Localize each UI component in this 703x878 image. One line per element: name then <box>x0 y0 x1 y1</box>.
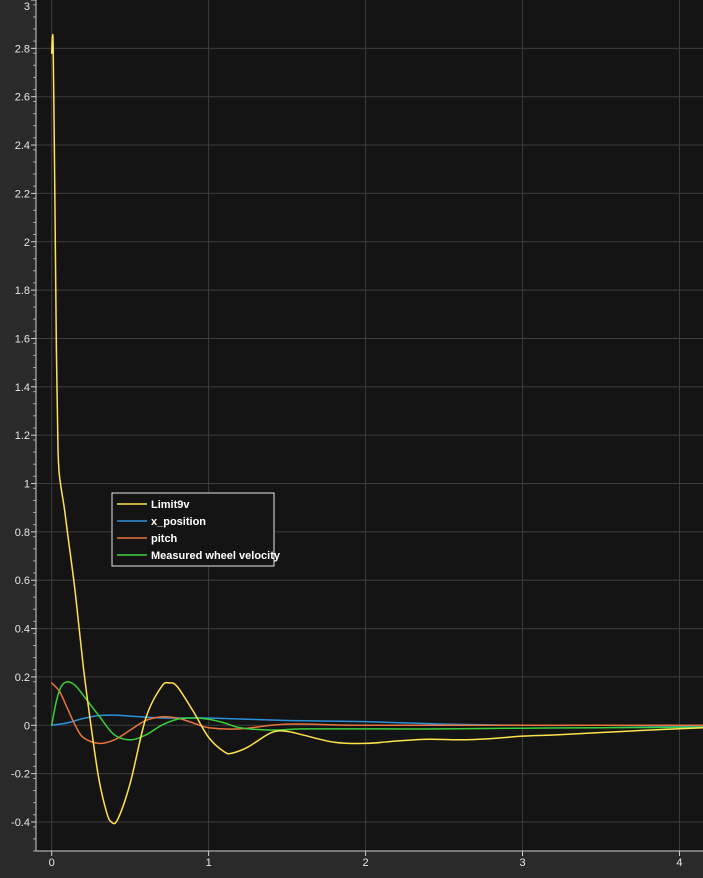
legend-label-x-position: x_position <box>151 516 206 528</box>
x-tick-label-2: 2 <box>363 857 369 869</box>
x-tick-label-3: 3 <box>519 857 525 869</box>
y-tick-label-0-2: 0.2 <box>15 672 30 684</box>
y-tick-label-3: 3 <box>24 1 30 13</box>
x-tick-label-1: 1 <box>206 857 212 869</box>
y-tick-label-2-8: 2.8 <box>15 43 30 55</box>
x-tick-label-0: 0 <box>49 857 55 869</box>
y-tick-label-1-4: 1.4 <box>15 382 30 394</box>
y-tick-label-2-2: 2.2 <box>15 188 30 200</box>
y-tick-label-1-2: 1.2 <box>15 430 30 442</box>
y-tick-label-1: 1 <box>24 479 30 491</box>
y-tick-label-2: 2 <box>24 237 30 249</box>
y-tick-label-0-4: -0.4 <box>11 817 30 829</box>
line-chart: -0.4 -0.2 0 0.2 0.4 0.6 0.8 1 1.2 1.4 1.6 1.8 2 2.2 2.… <box>0 0 703 878</box>
y-tick-label-1-6: 1.6 <box>15 333 30 345</box>
y-tick-label-1-8: 1.8 <box>15 285 30 297</box>
x-tick-label-4: 4 <box>676 857 682 869</box>
legend-label-measured-wheel-velocity: Measured wheel velocity <box>151 550 281 562</box>
legend-label-pitch: pitch <box>151 533 178 545</box>
legend[interactable]: Limit9v x_position pitch Measured wheel … <box>111 492 281 567</box>
y-tick-label-0: 0 <box>24 720 30 732</box>
y-tick-label-0-8: 0.8 <box>15 527 30 539</box>
legend-label-limit9v: Limit9v <box>151 499 190 511</box>
y-tick-label-2-4: 2.4 <box>15 140 30 152</box>
y-tick-label-0-4: 0.4 <box>15 624 30 636</box>
y-tick-label-0-2: -0.2 <box>11 769 30 781</box>
y-tick-label-2-6: 2.6 <box>15 92 30 104</box>
plot-area[interactable] <box>36 0 703 851</box>
y-tick-label-0-6: 0.6 <box>15 575 30 587</box>
